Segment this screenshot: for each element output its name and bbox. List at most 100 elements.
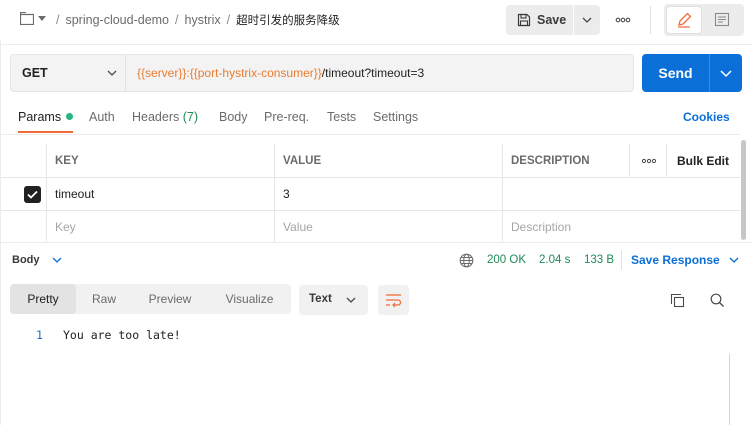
- column-divider: [46, 144, 47, 242]
- tab-params-label: Params: [18, 110, 62, 124]
- more-horizontal-icon: [641, 158, 657, 163]
- pencil-icon: [678, 12, 692, 28]
- chevron-down-icon: [346, 297, 356, 303]
- cookies-link[interactable]: Cookies: [683, 110, 730, 124]
- globe-icon[interactable]: [459, 253, 474, 268]
- column-header-value: VALUE: [283, 154, 322, 167]
- search-icon[interactable]: [709, 292, 726, 309]
- send-button-group: Send: [642, 54, 742, 92]
- chevron-down-icon: [720, 70, 732, 78]
- url-variable-port: {{port-hystrix-consumer}}: [189, 66, 322, 80]
- method-label: GET: [22, 66, 48, 80]
- column-divider: [274, 144, 275, 242]
- new-description-input[interactable]: Description: [502, 211, 571, 242]
- headers-count-badge: (7): [182, 110, 199, 124]
- request-name[interactable]: 超时引发的服务降级: [236, 13, 340, 27]
- column-header-description: DESCRIPTION: [511, 154, 590, 167]
- tab-body[interactable]: Body: [219, 110, 248, 124]
- document-icon: [714, 12, 730, 27]
- documentation-mode-button[interactable]: [705, 7, 739, 33]
- table-row: timeout 3: [0, 178, 740, 211]
- view-tab-visualize[interactable]: Visualize: [208, 284, 291, 314]
- wrap-lines-button[interactable]: [378, 285, 409, 315]
- pane-divider[interactable]: [0, 242, 752, 243]
- response-section-select[interactable]: Body: [12, 254, 40, 266]
- view-tab-preview[interactable]: Preview: [132, 284, 208, 314]
- breadcrumb-separator: /: [175, 13, 179, 27]
- tab-headers[interactable]: Headers (7): [132, 110, 198, 124]
- param-value-cell[interactable]: 3: [274, 178, 290, 210]
- save-button-group: Save: [506, 5, 600, 35]
- send-options-button[interactable]: [710, 54, 742, 92]
- param-key-cell[interactable]: timeout: [46, 178, 94, 210]
- save-button[interactable]: Save: [506, 5, 572, 35]
- collection-icon[interactable]: [20, 12, 34, 25]
- response-body[interactable]: 1 You are too late!: [0, 324, 730, 425]
- column-divider: [666, 144, 667, 178]
- tab-auth[interactable]: Auth: [89, 110, 115, 124]
- format-select[interactable]: Text: [299, 285, 368, 315]
- url-variable-server: {{server}}: [137, 66, 187, 80]
- column-header-key: KEY: [55, 154, 79, 167]
- edit-mode-button[interactable]: [667, 7, 701, 33]
- copy-icon[interactable]: [669, 292, 686, 309]
- chevron-down-icon[interactable]: [728, 255, 740, 265]
- breadcrumb-item-folder[interactable]: hystrix: [185, 13, 221, 27]
- bulk-edit-button[interactable]: Bulk Edit: [668, 144, 729, 177]
- save-response-button[interactable]: Save Response: [631, 253, 720, 267]
- toolbar-divider: [650, 6, 651, 34]
- topbar-divider: [0, 44, 752, 45]
- left-border: [0, 40, 1, 425]
- status-code[interactable]: 200 OK: [487, 254, 526, 266]
- column-divider: [629, 144, 630, 178]
- column-options-button[interactable]: [632, 144, 657, 177]
- new-value-input[interactable]: Value: [274, 211, 313, 242]
- mode-toggle: [664, 4, 744, 36]
- params-scrollbar-thumb[interactable]: [741, 140, 746, 240]
- tab-tests[interactable]: Tests: [327, 110, 356, 124]
- response-scrollbar[interactable]: [729, 354, 730, 425]
- send-button[interactable]: Send: [642, 54, 709, 92]
- params-table: KEY VALUE DESCRIPTION Bulk Edit timeout …: [0, 144, 740, 242]
- format-label: Text: [309, 293, 332, 305]
- line-number: 1: [36, 328, 43, 342]
- more-horizontal-icon[interactable]: [612, 9, 634, 31]
- params-active-dot: [66, 113, 74, 121]
- checkmark-icon: [27, 190, 38, 199]
- breadcrumb-separator: /: [56, 13, 60, 27]
- breadcrumb-item-collection[interactable]: spring-cloud-demo: [65, 13, 169, 27]
- response-line: You are too late!: [63, 328, 181, 342]
- new-key-input[interactable]: Key: [46, 211, 76, 242]
- tabs-divider: [0, 134, 740, 135]
- chevron-down-icon: [582, 17, 592, 23]
- request-url-bar: GET {{server}}:{{port-hystrix-consumer}}…: [10, 54, 634, 92]
- save-icon: [517, 13, 531, 27]
- url-input[interactable]: {{server}}:{{port-hystrix-consumer}}/tim…: [137, 66, 424, 80]
- request-tabs: Params Auth Headers (7) Body Pre-req. Te…: [0, 100, 752, 134]
- table-row-empty: Key Value Description: [0, 211, 740, 242]
- view-tab-pretty[interactable]: Pretty: [10, 284, 76, 314]
- param-description-cell[interactable]: [502, 178, 511, 210]
- tab-settings[interactable]: Settings: [373, 110, 418, 124]
- chevron-down-icon: [107, 70, 117, 76]
- response-time[interactable]: 2.04 s: [539, 254, 570, 266]
- top-bar: / spring-cloud-demo / hystrix / 超时引发的服务降级 Sav…: [0, 0, 752, 40]
- chevron-down-icon[interactable]: [51, 255, 63, 265]
- response-header: Body 200 OK 2.04 s 133 B Save Response: [0, 244, 752, 276]
- tab-params[interactable]: Params: [18, 110, 74, 124]
- view-tab-raw[interactable]: Raw: [76, 284, 132, 314]
- collection-caret-icon[interactable]: [38, 16, 46, 21]
- breadcrumb-separator: /: [226, 13, 231, 27]
- response-size[interactable]: 133 B: [584, 254, 614, 266]
- breadcrumb: / spring-cloud-demo / hystrix / 超时引发的服务降级: [50, 12, 340, 28]
- active-tab-indicator: [18, 131, 73, 133]
- response-view-tabs: Pretty Raw Preview Visualize: [10, 284, 291, 314]
- wrap-lines-icon: [386, 294, 402, 308]
- tab-headers-label: Headers: [132, 110, 180, 124]
- params-scrollbar[interactable]: [740, 134, 748, 242]
- column-divider: [502, 144, 503, 242]
- tab-prereq[interactable]: Pre-req.: [264, 110, 309, 124]
- param-enabled-checkbox[interactable]: [24, 186, 41, 203]
- save-label: Save: [537, 13, 567, 27]
- save-options-button[interactable]: [574, 5, 600, 35]
